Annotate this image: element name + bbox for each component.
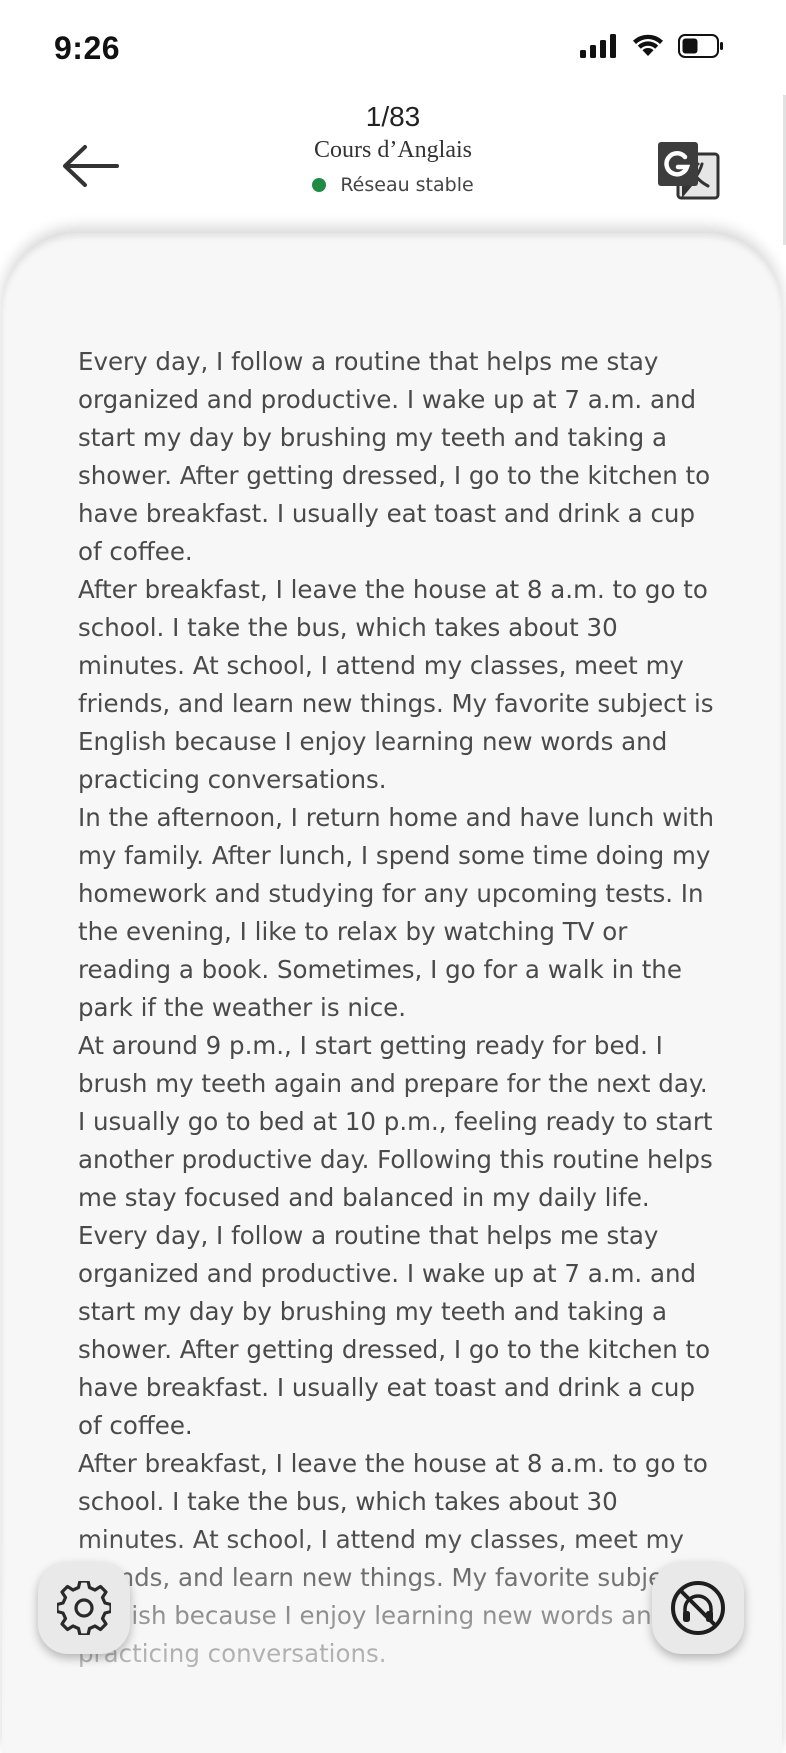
translate-button[interactable] [656,140,720,200]
network-status: Réseau stable [312,174,474,197]
status-icons [580,34,724,58]
reader-paragraph: Every day, I follow a routine that helps… [78,347,711,566]
wifi-icon [633,34,663,56]
reader-paragraph: At around 9 p.m., I start getting ready … [78,1031,713,1212]
network-status-label: Réseau stable [340,174,474,197]
battery-icon [678,34,723,58]
status-bar: 9:26 [0,0,786,100]
reader-card[interactable]: Every day, I follow a routine that helps… [2,233,782,1753]
network-status-dot [312,178,327,193]
header: 1/83 Cours d’Anglais Réseau stable [0,90,786,240]
reader-paragraph: After breakfast, I leave the house at 8 … [78,1449,714,1668]
signal-icon [580,34,616,58]
reader-paragraph: In the afternoon, I return home and have… [78,803,715,1022]
settings-button[interactable] [38,1562,130,1654]
status-time: 9:26 [54,30,121,66]
gear-icon [57,1581,111,1635]
google-translate-icon [658,142,720,200]
reader-text: Every day, I follow a routine that helps… [78,343,718,1673]
headphones-off-icon [671,1581,725,1635]
reader-paragraph: After breakfast, I leave the house at 8 … [78,575,714,794]
reader-paragraph: Every day, I follow a routine that helps… [78,1221,711,1440]
audio-toggle-button[interactable] [652,1562,744,1654]
page-counter: 1/83 [365,101,421,132]
